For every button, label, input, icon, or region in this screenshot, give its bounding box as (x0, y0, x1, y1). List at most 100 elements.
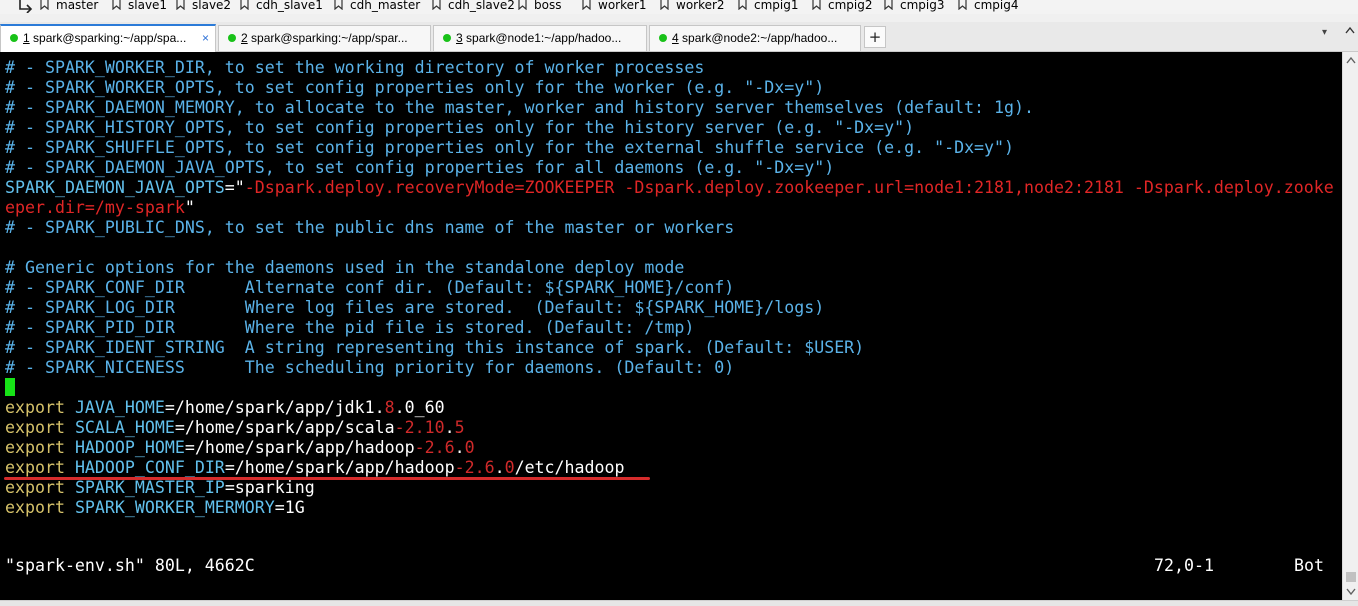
bookmark-icon (112, 0, 121, 10)
terminal-text-segment: # - SPARK_DAEMON_JAVA_OPTS, to set confi… (5, 158, 835, 177)
terminal-line: # - SPARK_DAEMON_JAVA_OPTS, to set confi… (5, 158, 834, 178)
bookmark-label: master (56, 0, 99, 12)
terminal-viewport[interactable]: # - SPARK_WORKER_DIR, to set the working… (0, 52, 1342, 600)
terminal-text-segment: # - SPARK_NICENESS The scheduling priori… (5, 358, 735, 377)
bookmark-icon (334, 0, 343, 10)
bookmark-item[interactable]: worker1 (582, 0, 647, 13)
session-arrow-icon[interactable] (18, 0, 34, 13)
terminal-text-segment: -2. (394, 418, 425, 437)
terminal-text-segment: # - SPARK_CONF_DIR Alternate conf dir. (… (5, 278, 735, 297)
terminal-text-segment: .0_60 (394, 398, 445, 417)
terminal-text-segment: . (444, 418, 455, 437)
scroll-up-icon[interactable] (1346, 57, 1356, 64)
bookmark-label: slave2 (192, 0, 232, 12)
terminal-text-segment: 5 (454, 418, 465, 437)
bookmark-icon (518, 0, 527, 10)
text-cursor (5, 378, 15, 396)
terminal-line: # - SPARK_WORKER_OPTS, to set config pro… (5, 78, 824, 98)
terminal-text-segment: 10 (424, 418, 445, 437)
bookmark-label: worker1 (598, 0, 647, 12)
terminal-line: # - SPARK_NICENESS The scheduling priori… (5, 358, 734, 378)
session-tab[interactable]: 2 spark@sparking:~/app/spar... (218, 25, 431, 51)
vim-scroll-position: Bot (1294, 556, 1324, 575)
terminal-text-segment: # - SPARK_WORKER_OPTS, to set config pro… (5, 78, 825, 97)
terminal-text-segment: 0 (504, 458, 515, 477)
bookmark-label: cmpig4 (974, 0, 1019, 12)
bookmark-label: cmpig2 (828, 0, 873, 12)
terminal-text-segment: JAVA_HOME (64, 398, 165, 417)
terminal-text-segment: # - SPARK_IDENT_STRING A string represen… (5, 338, 865, 357)
chevron-up-icon[interactable] (1345, 26, 1355, 34)
connected-status-icon (443, 34, 451, 42)
session-tab[interactable]: 1 spark@sparking:~/app/spa... × (0, 24, 216, 52)
tab-label: spark@node1:~/app/hadoo... (462, 31, 622, 45)
terminal-text-segment: # - SPARK_LOG_DIR Where log files are st… (5, 298, 825, 317)
bookmark-item[interactable]: cmpig2 (812, 0, 873, 13)
scroll-down-icon[interactable] (1346, 588, 1356, 595)
tab-number: 2 (241, 31, 248, 45)
bookmark-label: slave1 (128, 0, 168, 12)
tab-label: spark@node2:~/app/hadoo... (678, 31, 838, 45)
bookmark-item[interactable]: cdh_slave2 (432, 0, 515, 13)
bookmark-label: cmpig3 (900, 0, 945, 12)
terminal-line: export SPARK_MASTER_IP=sparking (5, 478, 315, 498)
terminal-text-segment: # Generic options for the daemons used i… (5, 258, 685, 277)
terminal-text-segment: SPARK_DAEMON_JAVA_OPTS (5, 178, 225, 197)
close-tab-icon[interactable]: × (202, 26, 209, 51)
terminal-text-segment: # - SPARK_DAEMON_MEMORY, to allocate to … (5, 98, 1034, 117)
terminal-text-segment: export (5, 398, 65, 417)
terminal-line: # - SPARK_IDENT_STRING A string represen… (5, 338, 864, 358)
terminal-line: # - SPARK_PID_DIR Where the pid file is … (5, 318, 694, 338)
bookmark-item[interactable]: cdh_slave1 (240, 0, 323, 13)
vim-cursor-position: 72,0-1 (1154, 556, 1214, 575)
tab-list-menu-icon[interactable]: ▾ (1322, 27, 1327, 38)
terminal-text-segment: HADOOP_CONF_DIR (64, 458, 225, 477)
terminal-text-segment: -2. (414, 438, 445, 457)
scrollbar-thumb[interactable] (1346, 572, 1356, 582)
bookmark-item[interactable]: master (40, 0, 98, 13)
terminal-text-segment: =" (224, 178, 245, 197)
terminal-text-segment: eper.dir=/my-spark (5, 198, 185, 217)
terminal-text-segment: # - SPARK_PID_DIR Where the pid file is … (5, 318, 695, 337)
session-tab[interactable]: 4 spark@node2:~/app/hadoo... (649, 25, 861, 51)
terminal-line: export HADOOP_CONF_DIR=/home/spark/app/h… (5, 458, 624, 478)
tab-label: spark@sparking:~/app/spa... (29, 31, 187, 45)
terminal-line: # - SPARK_DAEMON_MEMORY, to allocate to … (5, 98, 1034, 118)
bookmark-item[interactable]: cdh_master (334, 0, 420, 13)
bookmark-item[interactable]: cmpig4 (958, 0, 1019, 13)
add-tab-button[interactable]: + (864, 26, 886, 48)
terminal-line: # - SPARK_HISTORY_OPTS, to set config pr… (5, 118, 914, 138)
bookmark-icon (582, 0, 591, 10)
bookmark-label: cdh_master (350, 0, 421, 12)
terminal-line: export SPARK_WORKER_MERMORY=1G (5, 498, 305, 518)
terminal-text-segment: export (5, 478, 65, 497)
terminal-text-segment: # - SPARK_PUBLIC_DNS, to set the public … (5, 218, 735, 237)
bookmark-item[interactable]: boss (518, 0, 561, 13)
terminal-line: eper.dir=/my-spark" (5, 198, 195, 218)
session-tab[interactable]: 3 spark@node1:~/app/hadoo... (433, 25, 647, 51)
bookmark-item[interactable]: slave2 (176, 0, 231, 13)
terminal-line: export JAVA_HOME=/home/spark/app/jdk1.8.… (5, 398, 445, 418)
terminal-text-segment: =/home/spark/app/hadoop (224, 458, 455, 477)
bookmark-item[interactable]: cmpig3 (884, 0, 945, 13)
bookmark-icon (176, 0, 185, 10)
terminal-text-segment: HADOOP_HOME (64, 438, 185, 457)
terminal-text-segment: export (5, 498, 65, 517)
tab-number: 1 (23, 31, 30, 45)
red-underline-annotation (4, 477, 650, 480)
bookmark-label: boss (534, 0, 562, 12)
bookmark-bar: master slave1 slave2 cdh_slave1 cdh_master cd… (0, 0, 1358, 14)
bottom-border (0, 600, 1358, 606)
bookmark-item[interactable]: worker2 (660, 0, 725, 13)
bookmark-icon (958, 0, 967, 10)
terminal-text-segment: 0 (464, 438, 475, 457)
bookmark-item[interactable]: cmpig1 (738, 0, 799, 13)
bookmark-item[interactable]: slave1 (112, 0, 167, 13)
bookmark-icon (660, 0, 669, 10)
terminal-text-segment: =/home/spark/app/scala (174, 418, 395, 437)
terminal-text-segment: export (5, 438, 65, 457)
terminal-text-segment: # - SPARK_HISTORY_OPTS, to set config pr… (5, 118, 915, 137)
terminal-text-segment: SPARK_WORKER_MERMORY (64, 498, 275, 517)
terminal-text-segment: =/home/spark/app/jdk1. (164, 398, 385, 417)
vertical-scrollbar[interactable] (1342, 52, 1358, 600)
